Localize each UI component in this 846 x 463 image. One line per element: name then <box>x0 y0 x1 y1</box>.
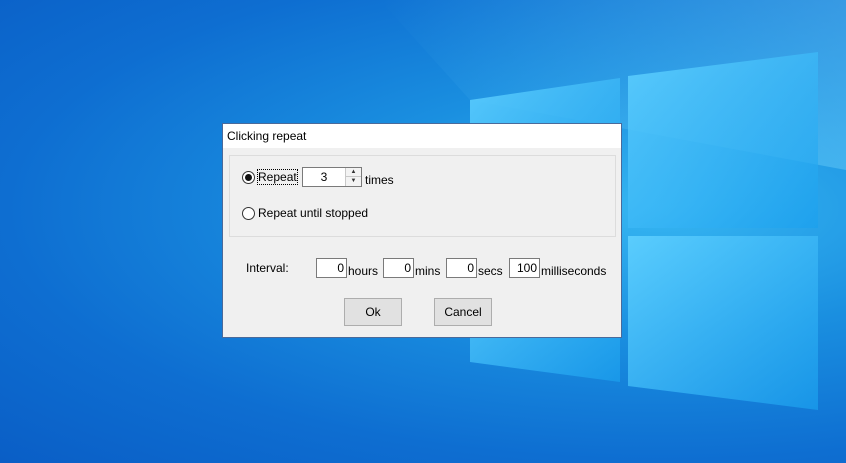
repeat-radio-label[interactable]: Repeat <box>257 169 298 185</box>
repeat-group: Repeat 3 ▲ ▼ times Repeat until stopped <box>229 155 616 237</box>
mins-input[interactable]: 0 <box>383 258 414 278</box>
interval-label: Interval: <box>246 261 289 275</box>
stepper-up-icon[interactable]: ▲ <box>346 168 361 177</box>
ok-button[interactable]: Ok <box>344 298 402 326</box>
cancel-button[interactable]: Cancel <box>434 298 492 326</box>
milliseconds-input[interactable]: 100 <box>509 258 540 278</box>
clicking-repeat-dialog: Clicking repeat Repeat 3 ▲ ▼ times Repea… <box>222 123 622 338</box>
repeat-count-value[interactable]: 3 <box>303 168 345 186</box>
times-label: times <box>365 173 394 187</box>
dialog-title: Clicking repeat <box>223 124 621 148</box>
stepper-arrows: ▲ ▼ <box>345 168 361 186</box>
secs-unit-label: secs <box>478 264 503 278</box>
repeat-count-stepper[interactable]: 3 ▲ ▼ <box>302 167 362 187</box>
radio-selected-dot <box>245 174 252 181</box>
hours-input[interactable]: 0 <box>316 258 347 278</box>
secs-input[interactable]: 0 <box>446 258 477 278</box>
stepper-down-icon[interactable]: ▼ <box>346 177 361 186</box>
repeat-until-stopped-label[interactable]: Repeat until stopped <box>258 206 368 220</box>
milliseconds-unit-label: milliseconds <box>541 264 607 278</box>
repeat-radio[interactable] <box>242 171 255 184</box>
hours-unit-label: hours <box>348 264 379 278</box>
repeat-until-stopped-radio[interactable] <box>242 207 255 220</box>
mins-unit-label: mins <box>415 264 441 278</box>
